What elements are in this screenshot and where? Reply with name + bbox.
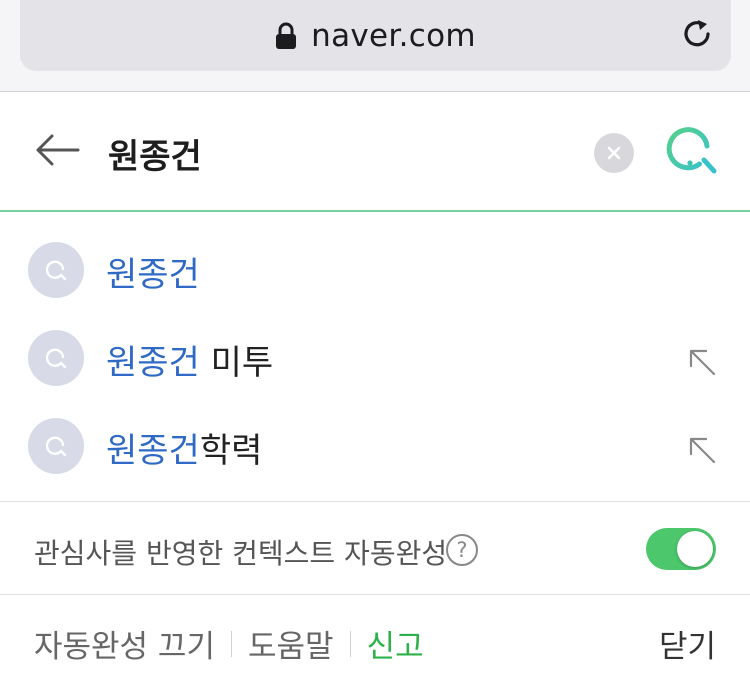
reload-icon[interactable] [681,17,715,51]
report-link[interactable]: 신고 [367,621,424,666]
suggestion-search-icon [28,330,84,386]
suggestion-text: 원종건 미투 [106,335,273,384]
search-bar: 원종건 [0,92,750,212]
context-autocomplete-toggle[interactable] [646,528,716,570]
help-link[interactable]: 도움말 [248,621,334,666]
toggle-knob [677,531,713,567]
suggestion-text: 원종건 [106,247,200,296]
suggestion-highlight: 원종건 [106,255,200,295]
suggestion-item[interactable]: 원종건학력 [0,402,750,490]
suggestion-highlight: 원종건 [106,343,200,383]
separator [230,630,232,657]
fill-query-arrow-icon[interactable] [686,434,718,466]
browser-top-bar: naver.com [0,0,750,92]
suggestion-item[interactable]: 원종건 미투 [0,314,750,402]
context-autocomplete-label: 관심사를 반영한 컨텍스트 자동완성 [34,537,448,570]
suggestion-item[interactable]: 원종건 [0,226,750,314]
url-text: naver.com [311,18,476,54]
help-icon[interactable]: ? [446,534,478,566]
search-button[interactable] [664,126,720,176]
separator [349,630,351,657]
address-bar[interactable]: naver.com [20,0,731,71]
fill-query-arrow-icon[interactable] [686,346,718,378]
clear-icon [607,146,621,160]
back-arrow-icon[interactable] [34,132,80,168]
suggestion-text: 원종건학력 [106,423,262,472]
suggestion-rest: 미투 [199,343,274,383]
context-autocomplete-row: 관심사를 반영한 컨텍스트 자동완성 ? [0,502,750,594]
clear-button[interactable] [594,133,634,173]
suggestion-list: 원종건 원종건 미투 원종건학력 [0,226,750,490]
suggestion-highlight: 원종건 [106,431,200,471]
search-icon [666,127,717,174]
suggestion-rest: 학력 [199,431,263,471]
autocomplete-footer: 자동완성 끄기 도움말 신고 닫기 [0,595,750,685]
suggestion-search-icon [28,418,84,474]
suggestion-search-icon [28,242,84,298]
close-link[interactable]: 닫기 [659,621,716,666]
lock-icon [275,22,297,50]
disable-autocomplete-link[interactable]: 자동완성 끄기 [34,621,215,666]
search-query-text[interactable]: 원종건 [108,129,202,178]
